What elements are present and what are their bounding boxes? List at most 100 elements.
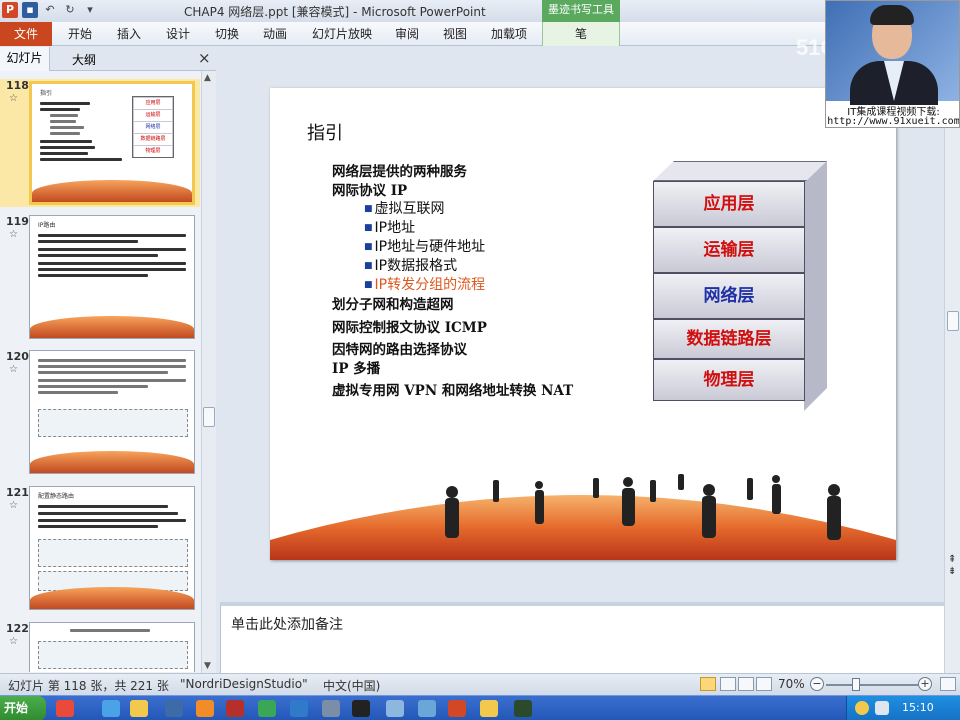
reading-view-icon[interactable] [738,677,754,691]
bullet-item: 划分子网和构造超网 [332,297,454,313]
tab-slides[interactable]: 幻灯片 [0,47,50,71]
ie-icon[interactable] [102,700,120,717]
bullet-item: 网际协议 IP [332,183,408,199]
bullet-item: 虚拟专用网 VPN 和网络地址转换 NAT [332,383,574,399]
sub-bullet-item: ■ IP地址 [364,220,416,236]
tab-addins[interactable]: 加载项 [491,25,527,42]
zoom-slider-knob[interactable] [852,678,860,691]
bullet-item: 因特网的路由选择协议 [332,342,467,358]
tab-design[interactable]: 设计 [166,25,190,42]
tab-view[interactable]: 视图 [443,25,467,42]
scrollbar-thumb[interactable] [203,407,215,427]
thumbnail-title: 指引 [40,90,53,97]
scrollbar-thumb[interactable] [947,311,959,331]
slideshow-view-icon[interactable] [756,677,772,691]
thumbnail-orange-strip [32,180,192,202]
tray-icon[interactable] [855,701,869,715]
slide-thumbnail-122[interactable]: 122 ☆ [0,622,200,672]
app-icon[interactable] [322,700,340,717]
slide-sorter-view-icon[interactable] [720,677,736,691]
scroll-up-icon[interactable]: ▲ [204,73,211,83]
tab-insert[interactable]: 插入 [117,25,141,42]
slides-pane: 幻灯片 大纲 × 118 ☆ 指引 应用层 运输层 网络层 数据链路层 物理层 [0,47,216,673]
slide-scrollbar[interactable]: ▲ ⇞ ⇟ [944,47,960,602]
save-icon[interactable]: ▪ [22,2,38,18]
thumbnail-network-diagram [38,539,188,567]
media-icon[interactable] [165,700,183,717]
normal-view-icon[interactable] [700,677,716,691]
zoom-out-icon[interactable]: − [810,677,824,691]
tab-review[interactable]: 审阅 [395,25,419,42]
previous-slide-icon[interactable]: ⇞ [948,555,956,565]
thumbnail-preview: 配置静态路由 [29,486,195,610]
start-button[interactable]: 开始 [0,696,46,720]
powerpoint-logo-icon[interactable]: P [2,2,18,18]
next-slide-icon[interactable]: ⇟ [948,567,956,577]
layer-datalink: 数据链路层 [653,319,805,359]
thumbnail-network-diagram [38,641,188,669]
tab-pen[interactable]: 笔 [542,22,620,46]
tab-animations[interactable]: 动画 [263,25,287,42]
slides-pane-tabs: 幻灯片 大纲 × [0,47,216,71]
businessmen-on-planet-illustration [270,474,896,560]
app-icon[interactable] [258,700,276,717]
layer-transport: 运输层 [653,227,805,273]
zoom-slider[interactable] [826,684,918,686]
app-icon[interactable] [290,700,308,717]
thumbnail-layer-diagram: 应用层 运输层 网络层 数据链路层 物理层 [132,96,174,158]
notes-placeholder[interactable]: 单击此处添加备注 [231,614,343,634]
title-bar: P ▪ ↶ ↻ ▾ CHAP4 网络层.ppt [兼容模式] - Microso… [0,0,960,22]
sub-bullet-item: ■ IP地址与硬件地址 [364,239,486,255]
zoom-level[interactable]: 70% [778,677,805,691]
volume-icon[interactable] [875,701,889,715]
app-icon[interactable] [480,700,498,717]
notes-pane[interactable]: 单击此处添加备注 [220,602,944,673]
quick-access-toolbar: P ▪ ↶ ↻ ▾ [2,2,98,18]
app-icon[interactable] [514,700,532,717]
app-icon[interactable] [418,700,436,717]
slide-number: 118 [6,79,29,92]
tab-file[interactable]: 文件 [0,22,52,46]
scroll-down-icon[interactable]: ▼ [204,661,211,671]
close-pane-icon[interactable]: × [198,49,211,67]
powerpoint-taskbar-icon[interactable] [448,700,466,717]
app-icon[interactable] [196,700,214,717]
layer-application: 应用层 [653,181,805,227]
slide-canvas[interactable]: 指引 网络层提供的两种服务 网际协议 IP ■ 虚拟互联网 ■ IP地址 ■ IP地址… [270,88,896,560]
protocol-layer-stack[interactable]: 应用层 运输层 网络层 数据链路层 物理层 [653,161,827,411]
status-bar: 幻灯片 第 118 张，共 221 张 "NordriDesignStudio"… [0,673,960,695]
tab-home[interactable]: 开始 [68,25,92,42]
slide-title[interactable]: 指引 [307,119,343,145]
undo-icon[interactable]: ↶ [42,2,58,18]
webcam-url: http://www.91xueit.com [827,116,960,127]
thumbnail-preview: 指引 应用层 运输层 网络层 数据链路层 物理层 [29,81,195,205]
folder-icon[interactable] [130,700,148,717]
layer-physical: 物理层 [653,359,805,401]
tab-transitions[interactable]: 切换 [215,25,239,42]
windows-taskbar: 开始 15:10 [0,695,960,720]
tab-outline[interactable]: 大纲 [72,51,96,68]
fit-to-window-icon[interactable] [940,677,956,691]
language-indicator[interactable]: 中文(中国) [323,677,380,694]
redo-icon[interactable]: ↻ [62,2,78,18]
slide-counter: 幻灯片 第 118 张，共 221 张 [8,679,169,693]
sub-bullet-item: ■ IP数据报格式 [364,258,458,274]
bullet-item: 网际控制报文协议 ICMP [332,320,487,336]
slide-number: 121 [6,486,29,499]
tab-slideshow[interactable]: 幻灯片放映 [312,25,372,42]
notes-scrollbar[interactable] [944,602,960,673]
slide-thumbnail-118[interactable]: 118 ☆ 指引 应用层 运输层 网络层 数据链路层 物理层 [0,79,200,207]
taskbar-clock[interactable]: 15:10 [902,701,934,714]
theme-name[interactable]: "NordriDesignStudio" [180,677,308,691]
slides-pane-scrollbar[interactable]: ▲ ▼ [201,71,216,673]
console-icon[interactable] [352,700,370,717]
sub-bullet-item: ■ 虚拟互联网 [364,201,445,217]
app-icon[interactable] [56,700,74,717]
bullet-item: 网络层提供的两种服务 [332,164,467,180]
slide-number: 119 [6,215,29,228]
app-icon[interactable] [226,700,244,717]
zoom-in-icon[interactable]: + [918,677,932,691]
customize-toolbar-icon[interactable]: ▾ [82,2,98,18]
app-icon[interactable] [386,700,404,717]
window-title: CHAP4 网络层.ppt [兼容模式] - Microsoft PowerPo… [184,5,486,19]
